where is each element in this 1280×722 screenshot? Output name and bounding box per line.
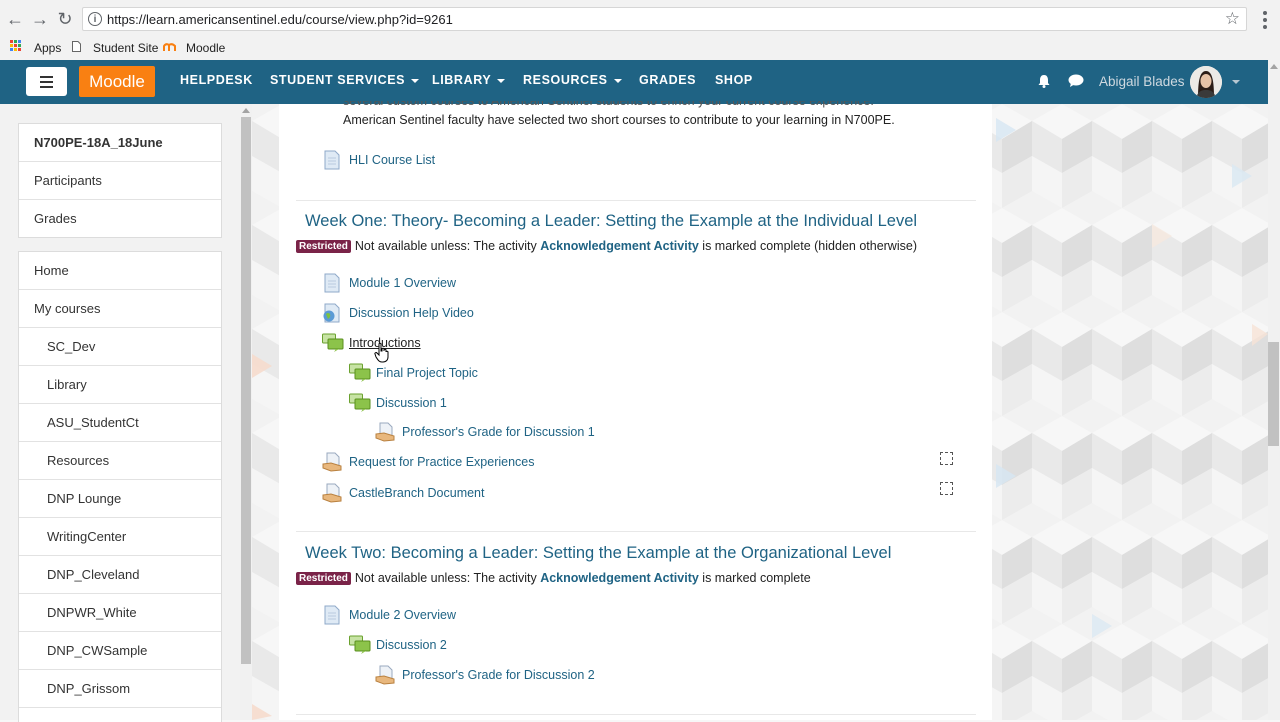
activity-label[interactable]: Request for Practice Experiences [349,455,535,469]
restricted-badge: Restricted [296,572,351,585]
hand-cursor-icon [374,342,390,364]
bookmarks-bar: Apps Student Site Moodle [0,38,1280,61]
nav-item-course-link[interactable]: Resources [19,442,221,480]
top-navbar: Moodle HELPDESK STUDENT SERVICES LIBRARY… [0,60,1268,104]
restriction-text: Not available unless: The activity [354,239,537,253]
bookmark-apps[interactable]: Apps [34,41,61,55]
restricted-badge: Restricted [296,240,351,253]
forum-icon [349,363,371,383]
restriction-suffix: is marked complete (hidden otherwise) [702,239,917,253]
page-icon [322,150,342,170]
course-nav-group: N700PE-18A_18June Participants Grades [18,123,222,238]
activity-label[interactable]: Module 2 Overview [349,608,456,622]
scroll-up-arrow-icon[interactable] [1270,64,1278,69]
page-icon [72,41,81,52]
restriction-suffix: is marked complete [702,571,811,585]
section-title-week-two[interactable]: Week Two: Becoming a Leader: Setting the… [305,544,891,563]
forum-icon [349,635,371,655]
course-content [279,104,992,720]
nav-item-course-link[interactable]: DNP_Cleveland [19,556,221,594]
nav-item-course[interactable]: N700PE-18A_18June [19,124,221,162]
intro-text-line-2: American Sentinel faculty have selected … [343,113,895,127]
nav-item-participants[interactable]: Participants [19,162,221,200]
moodle-logo-icon [163,41,176,52]
url-globe-icon [322,303,342,323]
nav-resources[interactable]: RESOURCES [523,73,622,87]
section-divider [296,714,976,715]
nav-grades[interactable]: GRADES [639,73,696,87]
activity-label[interactable]: HLI Course List [349,153,435,167]
browser-menu-icon[interactable] [1257,9,1273,29]
browser-toolbar: ← → ↻ i https://learn.americansentinel.e… [0,0,1280,38]
section-divider [296,200,976,201]
forum-icon [349,393,371,413]
bookmark-moodle[interactable]: Moodle [186,41,225,55]
completion-checkbox[interactable] [940,452,953,465]
activity-label[interactable]: Discussion 1 [376,396,447,410]
section-title-week-one[interactable]: Week One: Theory- Becoming a Leader: Set… [305,212,917,231]
nav-item-course-link[interactable]: DNP Lounge [19,480,221,518]
nav-item-course-link[interactable]: Library [19,366,221,404]
nav-item-course-link[interactable]: WritingCenter [19,518,221,556]
drawer-scrollbar-thumb[interactable] [241,117,251,664]
bookmark-student-site[interactable]: Student Site [93,41,158,55]
drawer-toggle-button[interactable] [26,67,67,96]
avatar[interactable] [1190,66,1222,98]
page-icon [322,605,342,625]
activity-label[interactable]: Final Project Topic [376,366,478,380]
nav-item-home[interactable]: Home [19,252,221,290]
url-text: https://learn.americansentinel.edu/cours… [107,12,453,27]
nav-item-course-link[interactable]: DNPWR_White [19,594,221,632]
assignment-icon [322,483,342,503]
nav-item-my-courses[interactable]: My courses [19,290,221,328]
acknowledgement-activity-link[interactable]: Acknowledgement Activity [540,571,699,585]
site-nav-group: Home My courses SC_Dev Library ASU_Stude… [18,251,222,722]
chevron-down-icon [613,78,622,83]
section-divider [296,531,976,532]
assignment-icon [375,422,395,442]
activity-label[interactable]: Professor's Grade for Discussion 2 [402,668,595,682]
forum-icon [322,333,344,353]
nav-student-services[interactable]: STUDENT SERVICES [270,73,420,87]
nav-shop[interactable]: SHOP [715,73,753,87]
activity-label[interactable]: Professor's Grade for Discussion 1 [402,425,595,439]
nav-item-course-link[interactable]: SC_Dev [19,328,221,366]
activity-label[interactable]: Discussion Help Video [349,306,474,320]
activity-label[interactable]: Discussion 2 [376,638,447,652]
nav-item-course-link[interactable]: DNP_Grissom [19,670,221,708]
user-name[interactable]: Abigail Blades [1099,74,1185,89]
assignment-icon [322,452,342,472]
page-icon [322,273,342,293]
acknowledgement-activity-link[interactable]: Acknowledgement Activity [540,239,699,253]
info-icon[interactable]: i [88,12,102,26]
activity-label[interactable]: Module 1 Overview [349,276,456,290]
address-bar[interactable]: i https://learn.americansentinel.edu/cou… [82,7,1247,31]
chat-icon[interactable] [1068,74,1084,88]
bookmark-star-icon[interactable]: ☆ [1225,9,1240,29]
chevron-down-icon [411,78,420,83]
completion-checkbox[interactable] [940,482,953,495]
restriction-info: Restricted Not available unless: The acti… [296,239,917,253]
scroll-up-arrow-icon[interactable] [242,108,250,113]
nav-helpdesk[interactable]: HELPDESK [180,73,253,87]
chevron-down-icon [497,78,506,83]
user-menu-caret-icon[interactable] [1232,80,1240,84]
forward-icon[interactable]: → [30,9,50,29]
nav-item-grades[interactable]: Grades [19,200,221,237]
back-icon[interactable]: ← [5,9,25,29]
activity-label[interactable]: CastleBranch Document [349,486,484,500]
reload-icon[interactable]: ↻ [55,9,75,29]
brand-logo[interactable]: Moodle [79,66,155,97]
nav-item-course-link[interactable]: DNP_CWSample [19,632,221,670]
apps-grid-icon[interactable] [10,40,21,51]
restriction-text: Not available unless: The activity [354,571,537,585]
assignment-icon [375,665,395,685]
nav-item-course-link[interactable]: ASU_StudentCt [19,404,221,442]
restriction-info: Restricted Not available unless: The acti… [296,571,811,585]
bell-icon[interactable] [1037,74,1051,88]
nav-library[interactable]: LIBRARY [432,73,506,87]
page-scrollbar-thumb[interactable] [1268,342,1279,446]
